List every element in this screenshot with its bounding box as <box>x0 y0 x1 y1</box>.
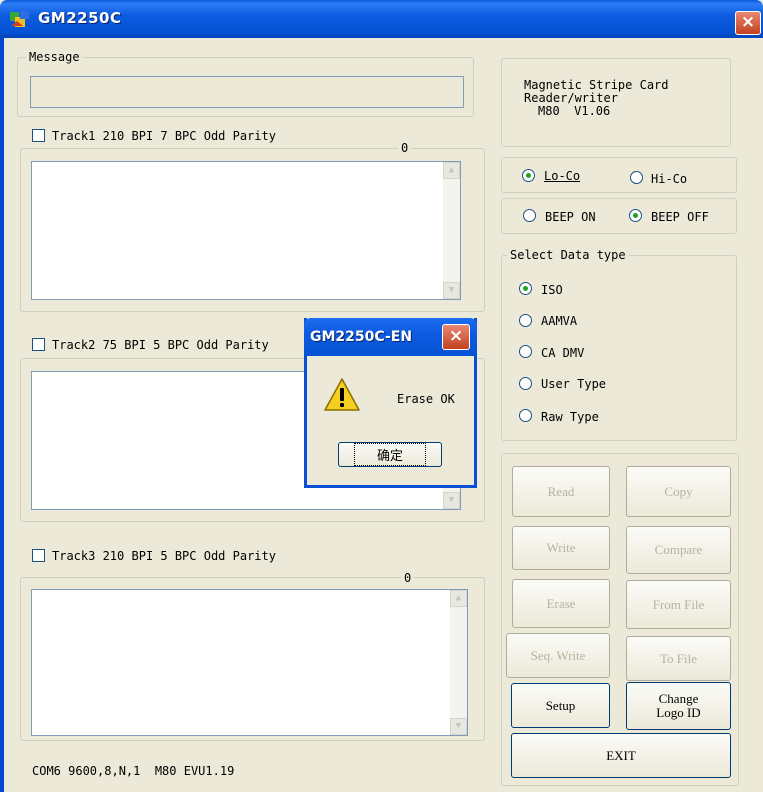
exit-button[interactable]: EXIT <box>511 733 731 778</box>
ca-dmv-radio[interactable] <box>519 345 532 358</box>
hi-co-label[interactable]: Hi-Co <box>651 172 687 186</box>
data-type-label: Select Data type <box>507 248 629 262</box>
window-title: GM2250C <box>38 9 122 27</box>
from-file-button[interactable]: From File <box>626 580 731 629</box>
track2-label: Track2 75 BPI 5 BPC Odd Parity <box>52 338 269 352</box>
raw-type-radio[interactable] <box>519 409 532 422</box>
erase-button[interactable]: Erase <box>512 579 610 628</box>
user-type-label[interactable]: User Type <box>541 377 606 391</box>
aamva-radio[interactable] <box>519 314 532 327</box>
user-type-radio[interactable] <box>519 377 532 390</box>
iso-radio[interactable] <box>519 282 532 295</box>
beep-off-radio[interactable] <box>629 209 642 222</box>
beep-on-label[interactable]: BEEP ON <box>545 210 596 224</box>
data-type-group <box>501 255 737 441</box>
raw-type-label[interactable]: Raw Type <box>541 410 599 424</box>
info-line3: M80 V1.06 <box>538 104 611 118</box>
track3-label: Track3 210 BPI 5 BPC Odd Parity <box>52 549 276 563</box>
beep-on-radio[interactable] <box>523 209 536 222</box>
dialog-close-button[interactable]: × <box>442 324 470 350</box>
ca-dmv-label[interactable]: CA DMV <box>541 346 584 360</box>
status-text: COM6 9600,8,N,1 M80 EVU1.19 <box>32 764 235 778</box>
track1-scrollbar[interactable]: ▲ ▼ <box>443 162 460 299</box>
track3-count: 0 <box>401 571 415 585</box>
info-line1: Magnetic Stripe Card <box>524 78 669 92</box>
track3-checkbox[interactable] <box>32 549 45 562</box>
dialog-title: GM2250C-EN <box>310 329 413 345</box>
setup-button[interactable]: Setup <box>511 683 610 728</box>
to-file-button[interactable]: To File <box>626 636 731 681</box>
change-logo-id-button[interactable]: Change Logo ID <box>626 682 731 730</box>
change-logo-label-2: Logo ID <box>656 705 701 720</box>
aamva-label[interactable]: AAMVA <box>541 314 577 328</box>
scroll-down-icon[interactable]: ▼ <box>450 718 467 735</box>
dialog-ok-label: 确定 <box>353 443 426 466</box>
compare-button[interactable]: Compare <box>626 526 731 574</box>
setup-label: Setup <box>545 697 576 713</box>
coercivity-group <box>501 157 737 193</box>
app-icon <box>10 11 29 27</box>
write-button[interactable]: Write <box>512 526 610 570</box>
info-line2: Reader/writer <box>524 91 618 105</box>
track1-label: Track1 210 BPI 7 BPC Odd Parity <box>52 129 276 143</box>
window-border <box>0 38 4 792</box>
track1-checkbox[interactable] <box>32 129 45 142</box>
scroll-down-icon[interactable]: ▼ <box>443 282 460 299</box>
scroll-up-icon[interactable]: ▲ <box>450 590 467 607</box>
lo-co-radio[interactable] <box>522 169 535 182</box>
track1-textarea[interactable]: ▲ ▼ <box>31 161 461 300</box>
track3-scrollbar[interactable]: ▲ ▼ <box>450 590 467 735</box>
scroll-down-icon[interactable]: ▼ <box>443 492 460 509</box>
warning-icon <box>324 378 360 411</box>
track1-count: 0 <box>398 141 412 155</box>
message-field <box>30 76 464 108</box>
lo-co-label[interactable]: Lo-Co <box>544 169 580 183</box>
beep-off-label[interactable]: BEEP OFF <box>651 210 709 224</box>
message-label: Message <box>26 50 83 64</box>
track2-checkbox[interactable] <box>32 338 45 351</box>
iso-label[interactable]: ISO <box>541 283 563 297</box>
scroll-up-icon[interactable]: ▲ <box>443 162 460 179</box>
seq-write-button[interactable]: Seq. Write <box>506 633 610 678</box>
dialog-ok-button[interactable]: 确定 <box>338 442 442 467</box>
copy-button[interactable]: Copy <box>626 466 731 517</box>
close-button[interactable]: × <box>735 11 761 35</box>
dialog-message: Erase OK <box>397 392 455 406</box>
track3-textarea[interactable]: ▲ ▼ <box>31 589 468 736</box>
hi-co-radio[interactable] <box>630 171 643 184</box>
change-logo-label-1: Change <box>658 691 699 706</box>
read-button[interactable]: Read <box>512 466 610 517</box>
